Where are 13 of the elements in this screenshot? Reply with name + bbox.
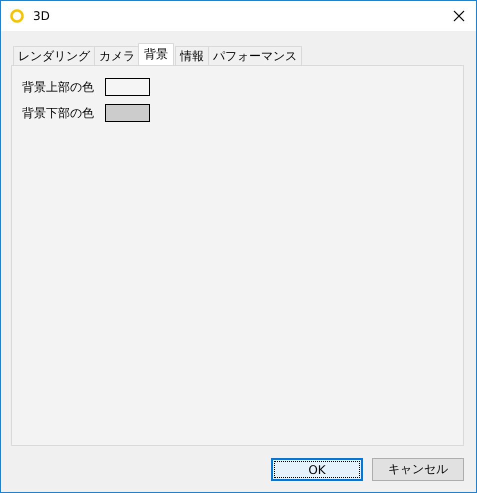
ok-button[interactable]: OK xyxy=(271,458,363,481)
color-swatch[interactable] xyxy=(105,104,150,122)
color-swatch[interactable] xyxy=(105,78,150,96)
tab[interactable]: パフォーマンス xyxy=(208,46,302,65)
ring-icon xyxy=(10,9,24,23)
tab[interactable]: 情報 xyxy=(175,46,209,65)
cancel-button[interactable]: キャンセル xyxy=(372,458,464,481)
window-title: 3D xyxy=(33,9,51,23)
tab[interactable]: 背景 xyxy=(138,43,174,65)
tab[interactable]: レンダリング xyxy=(13,46,95,65)
close-icon[interactable] xyxy=(453,10,465,22)
color-label: 背景上部の色 xyxy=(22,78,94,96)
color-label: 背景下部の色 xyxy=(22,104,94,122)
